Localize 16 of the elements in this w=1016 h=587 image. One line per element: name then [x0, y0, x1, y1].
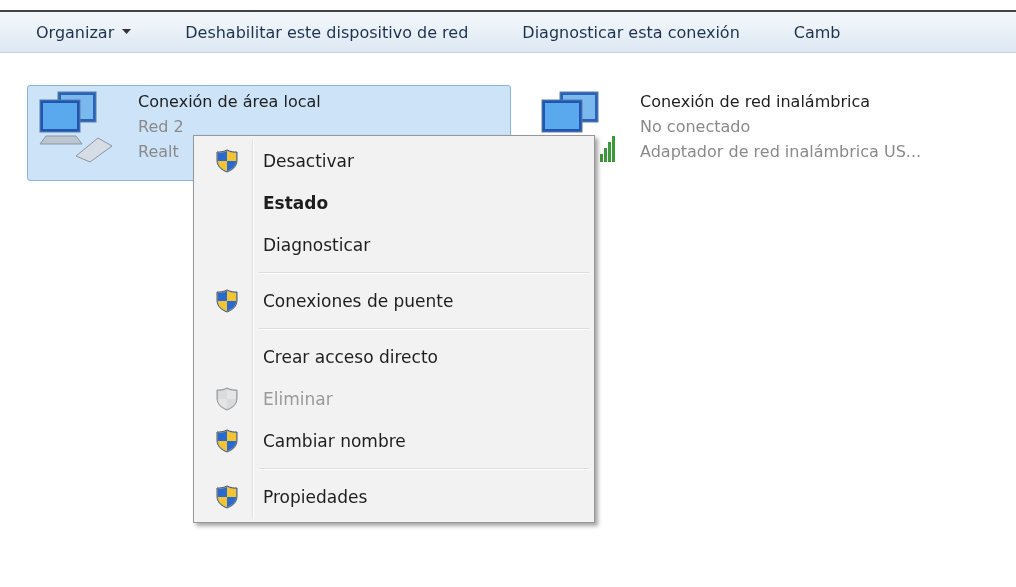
toolbar-button[interactable]: Camb	[787, 18, 847, 46]
connection-status: No conectado	[640, 117, 752, 136]
toolbar-button[interactable]: Deshabilitar este dispositivo de red	[179, 18, 475, 46]
caret-icon	[122, 29, 132, 35]
menu-item[interactable]: Crear acceso directo	[197, 336, 591, 378]
connection-name: Conexión de red inalámbrica	[640, 92, 871, 111]
connection-status: Red 2	[138, 117, 185, 136]
toolbar-button[interactable]: Organizar	[30, 18, 138, 46]
menu-item[interactable]: Estado	[197, 182, 591, 224]
menu-item[interactable]: Diagnosticar	[197, 224, 591, 266]
toolbar-button[interactable]: Diagnosticar esta conexión	[516, 18, 746, 46]
adapter-name: Adaptador de red inalámbrica US...	[640, 142, 922, 161]
menu-item[interactable]: Propiedades	[197, 476, 591, 518]
connection-name: Conexión de área local	[138, 92, 321, 111]
menu-item[interactable]: Conexiones de puente	[197, 280, 591, 322]
menu-item[interactable]: Cambiar nombre	[197, 420, 591, 462]
